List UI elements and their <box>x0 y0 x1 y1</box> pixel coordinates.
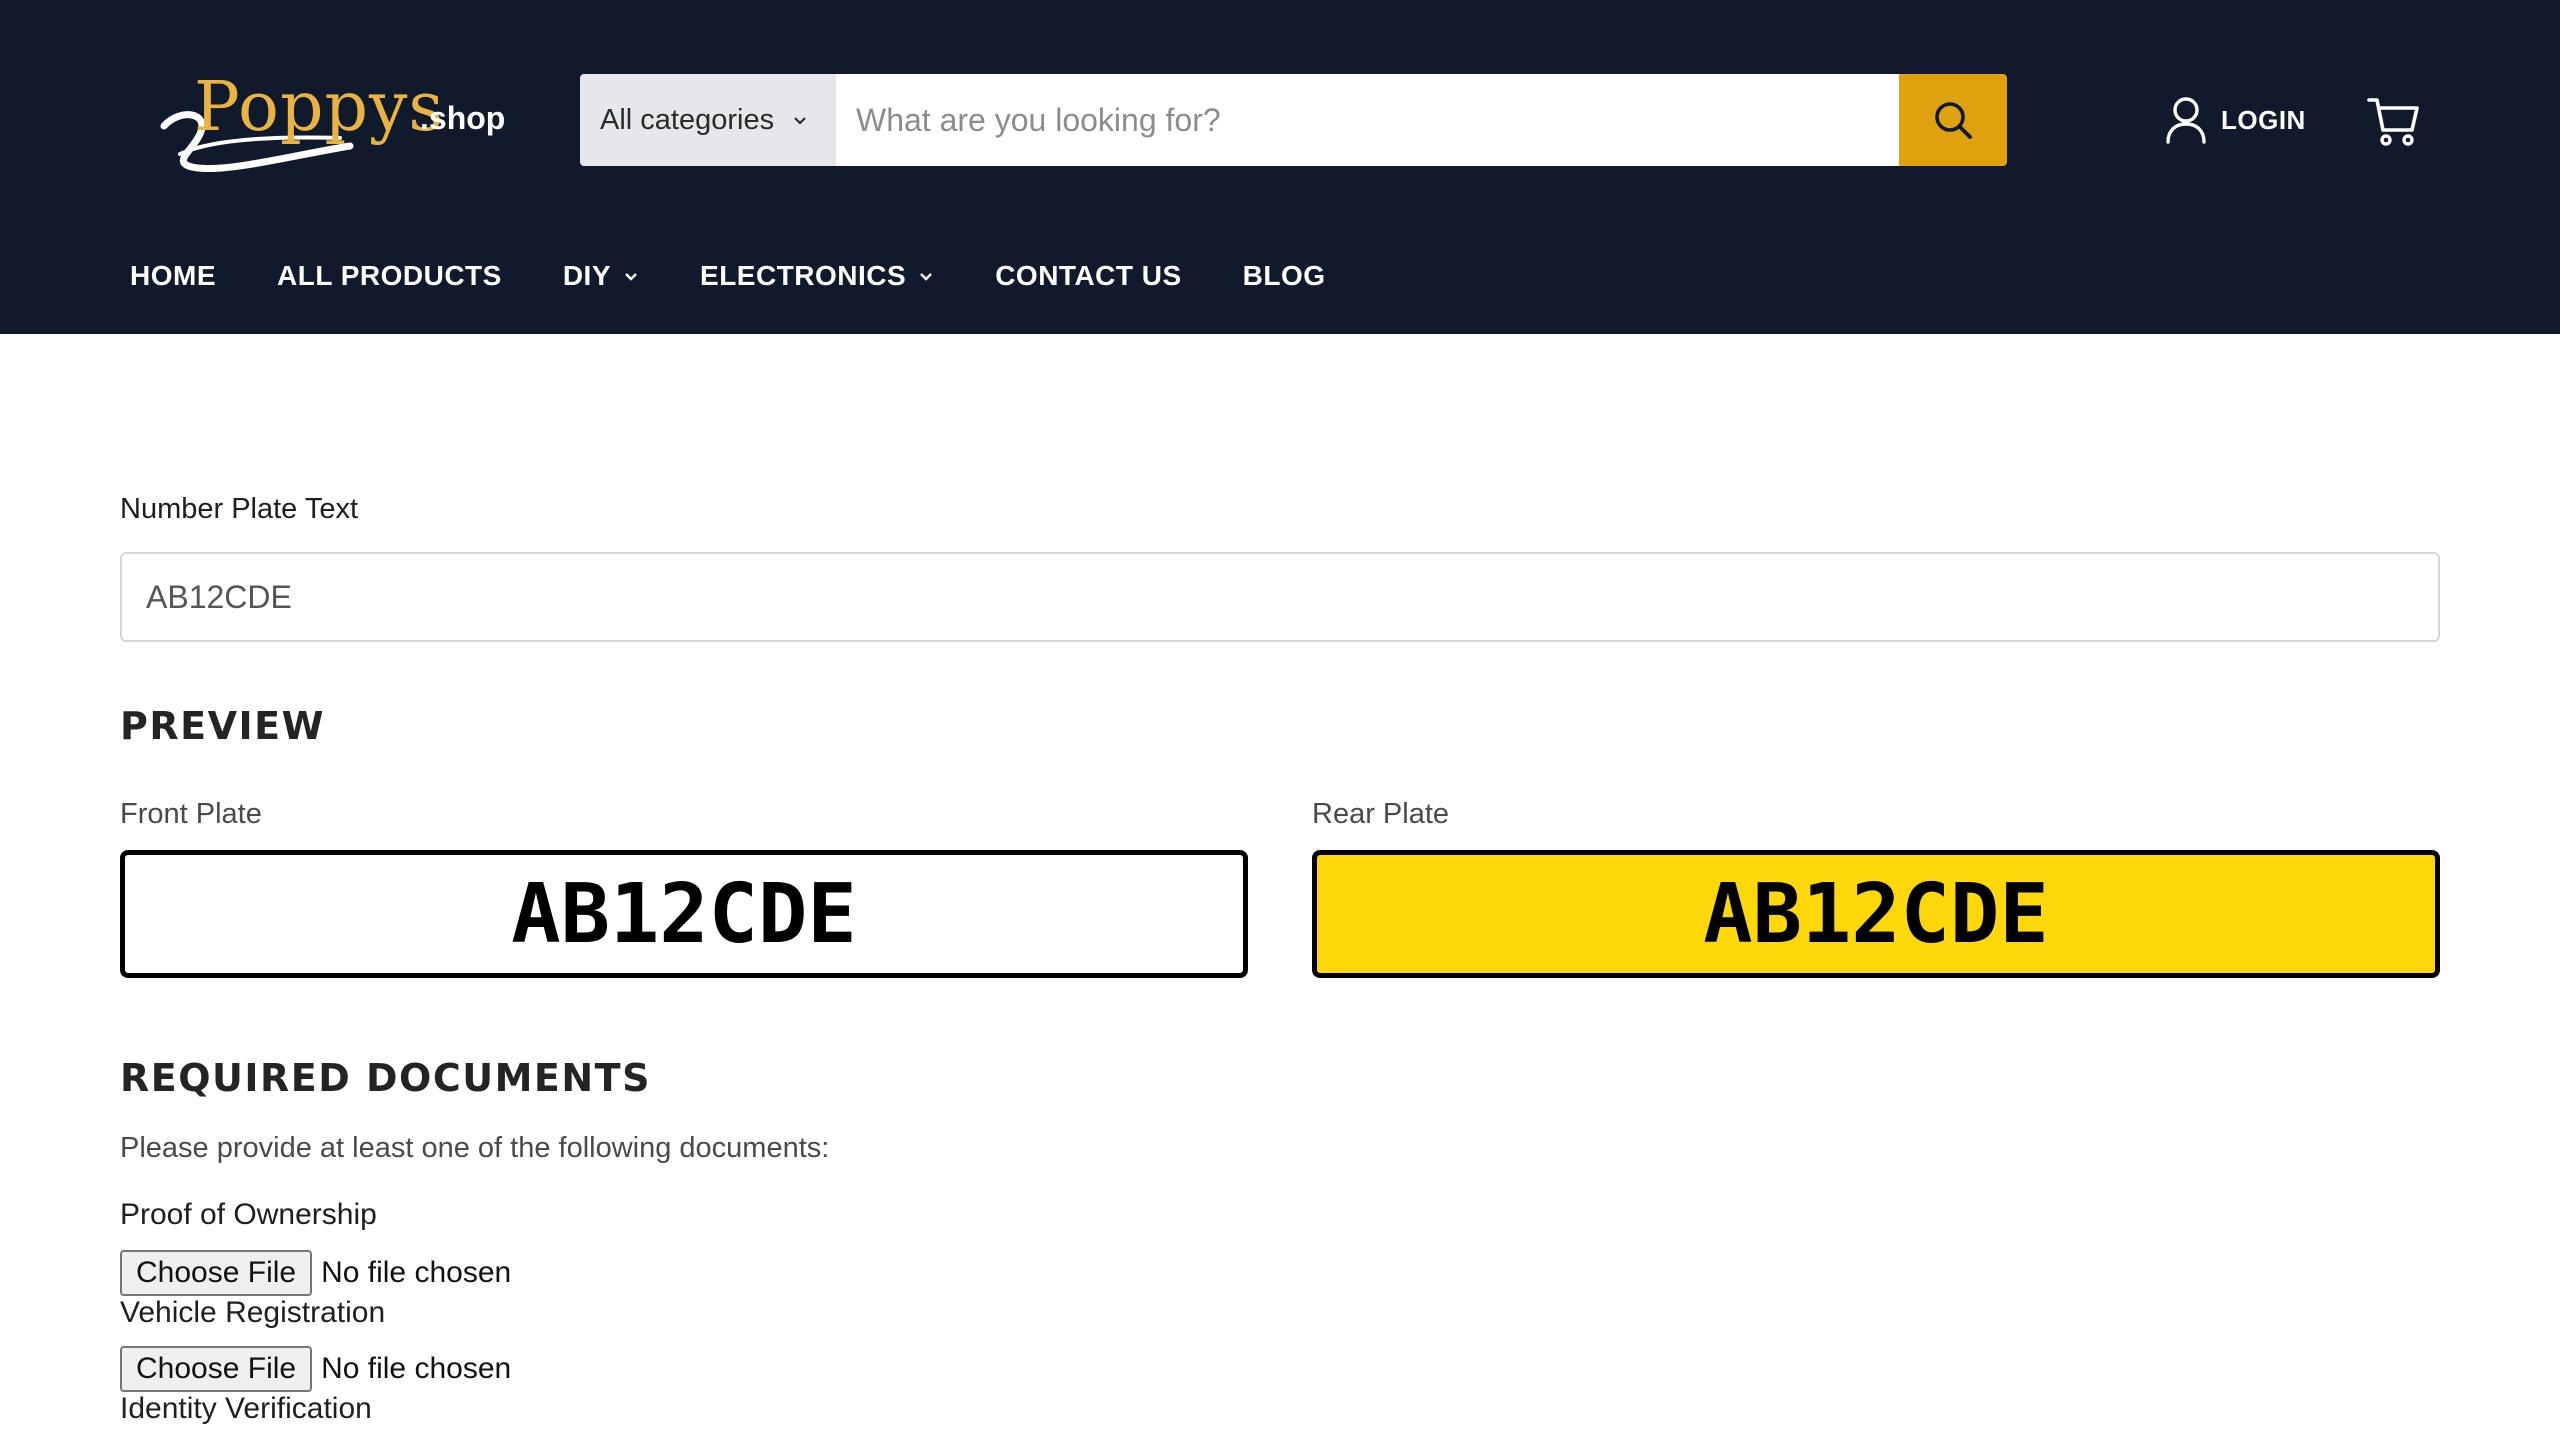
rear-plate-text: AB12CDE <box>1703 866 2049 962</box>
nav-item-blog[interactable]: BLOG <box>1243 260 1326 292</box>
plate-text-input[interactable] <box>120 552 2440 642</box>
cart-button[interactable] <box>2366 92 2422 148</box>
search-button[interactable] <box>1899 74 2007 166</box>
nav-item-label: CONTACT US <box>995 260 1182 291</box>
plate-text-label: Number Plate Text <box>120 493 359 525</box>
login-label: LOGIN <box>2221 104 2306 135</box>
site-header: Poppys .shop All categories LOGIN <box>0 0 2560 334</box>
chevron-down-icon <box>625 273 637 281</box>
front-plate-preview: AB12CDE <box>120 850 1248 978</box>
nav-item-label: BLOG <box>1242 260 1326 291</box>
proof-of-ownership-file-input: Choose File No file chosen <box>120 1250 511 1296</box>
rear-plate-preview: AB12CDE <box>1312 850 2440 978</box>
file-status: No file chosen <box>321 1352 512 1385</box>
nav-item-electronics[interactable]: ELECTRONICS <box>700 260 934 292</box>
proof-of-ownership-label: Proof of Ownership <box>120 1198 377 1231</box>
category-select[interactable]: All categories <box>580 74 836 166</box>
choose-file-label: Choose File <box>136 1352 297 1385</box>
choose-file-label: Choose File <box>136 1256 297 1289</box>
cart-icon <box>2367 98 2419 146</box>
vehicle-registration-file-input: Choose File No file chosen <box>120 1346 511 1392</box>
category-select-label: All categories <box>600 103 775 136</box>
choose-file-button[interactable]: Choose File <box>120 1346 313 1392</box>
preview-heading: PREVIEW <box>120 704 325 748</box>
file-status: No file chosen <box>321 1256 512 1289</box>
vehicle-registration-label: Vehicle Registration <box>120 1296 386 1329</box>
search-bar: All categories <box>580 74 2007 166</box>
user-icon <box>2166 97 2206 144</box>
documents-intro: Please provide at least one of the follo… <box>120 1132 830 1164</box>
nav-item-home[interactable]: HOME <box>130 260 216 292</box>
nav-item-all-products[interactable]: ALL PRODUCTS <box>277 260 502 292</box>
choose-file-button[interactable]: Choose File <box>120 1250 313 1296</box>
identity-verification-label: Identity Verification <box>120 1392 372 1425</box>
nav-item-diy[interactable]: DIY <box>563 260 639 292</box>
nav-item-contact-us[interactable]: CONTACT US <box>995 260 1181 292</box>
logo-suffix: .shop <box>420 100 506 136</box>
required-documents-heading: REQUIRED DOCUMENTS <box>120 1056 651 1100</box>
chevron-down-icon <box>920 273 933 281</box>
nav-item-label: DIY <box>562 260 612 291</box>
main-nav: HOME ALL PRODUCTS DIY ELECTRONICS CONTAC… <box>130 256 1387 296</box>
site-logo[interactable]: Poppys .shop <box>150 62 510 182</box>
nav-item-label: ELECTRONICS <box>700 260 907 291</box>
nav-item-label: ALL PRODUCTS <box>277 260 502 291</box>
login-link[interactable]: LOGIN <box>2165 94 2306 146</box>
nav-item-label: HOME <box>130 260 216 291</box>
rear-plate-label: Rear Plate <box>1312 798 1450 830</box>
front-plate-label: Front Plate <box>120 798 262 830</box>
chevron-down-icon <box>794 117 806 125</box>
front-plate-text: AB12CDE <box>511 866 857 962</box>
search-input[interactable] <box>836 74 1899 166</box>
search-icon <box>1935 102 1972 139</box>
logo-wordmark: Poppys <box>194 68 445 147</box>
